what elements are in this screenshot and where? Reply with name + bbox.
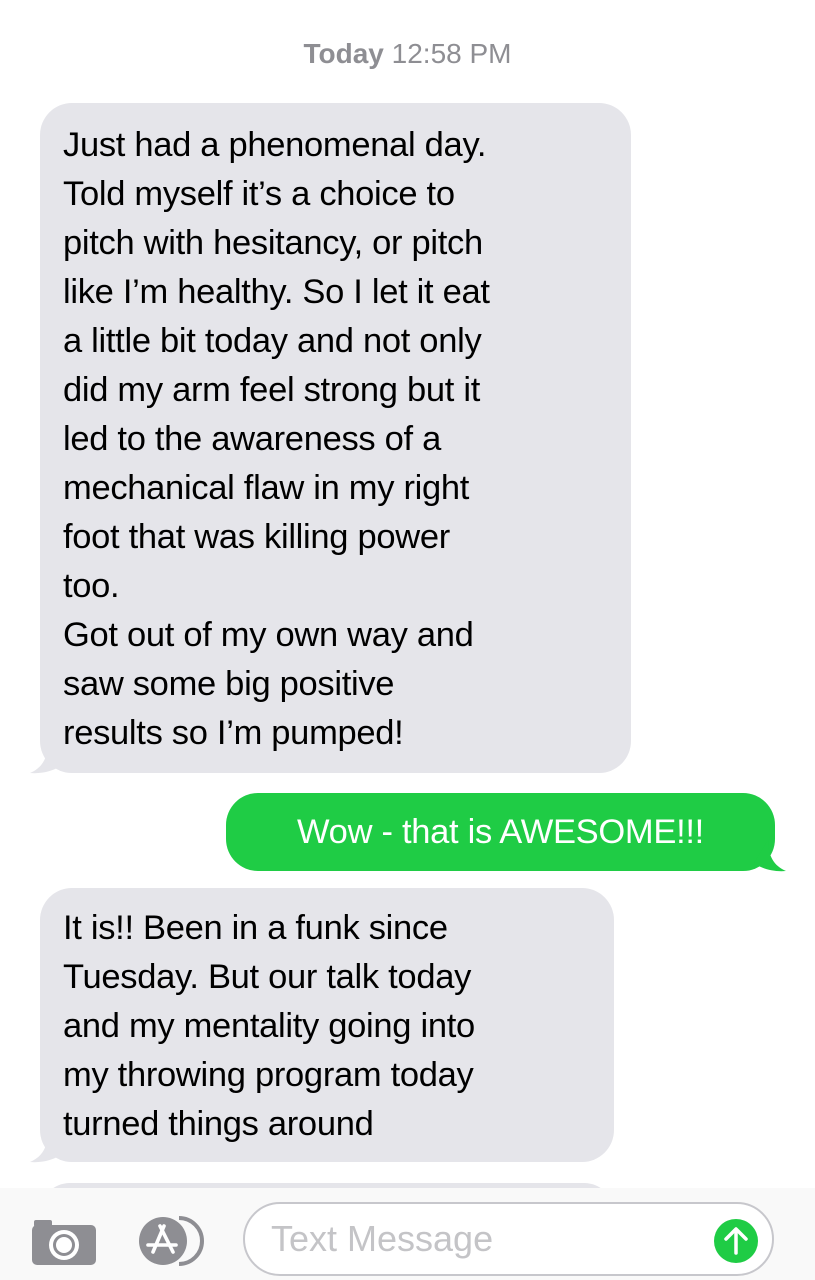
message-line: Tuesday. But our talk today [63, 958, 472, 996]
message-line: mechanical flaw in my right [63, 469, 470, 507]
outgoing-bubble-tail [754, 840, 786, 872]
outgoing-message[interactable]: Wow - that is AWESOME!!! [226, 793, 775, 871]
message-line: led to the awareness of a [63, 420, 441, 458]
timestamp-time: 12:58 PM [391, 38, 512, 69]
incoming-message[interactable]: It is!! Been in a funk since Tuesday. Bu… [40, 888, 614, 1162]
message-line: and my mentality going into [63, 1007, 475, 1045]
arrow-up-icon [714, 1219, 758, 1263]
text-message-input[interactable] [243, 1202, 774, 1276]
app-store-icon [139, 1216, 204, 1266]
message-line: Got out of my own way and [63, 616, 474, 654]
camera-button[interactable] [30, 1216, 98, 1266]
message-line: pitch with hesitancy, or pitch [63, 224, 483, 262]
message-line: a little bit today and not only [63, 322, 482, 360]
message-line: like I’m healthy. So I let it eat [63, 273, 490, 311]
messages-screen: Today 12:58 PM Just had a phenomenal day… [0, 0, 815, 1280]
conversation-timestamp: Today 12:58 PM [0, 38, 815, 70]
camera-icon [32, 1220, 96, 1265]
message-line: Told myself it’s a choice to [63, 175, 455, 213]
message-line: It is!! Been in a funk since [63, 909, 448, 947]
app-store-button[interactable] [135, 1212, 211, 1270]
incoming-bubble-tail [30, 742, 62, 774]
message-line: too. [63, 567, 120, 605]
message-line: did my arm feel strong but it [63, 371, 480, 409]
incoming-bubble-tail [30, 1131, 62, 1163]
send-button[interactable] [713, 1218, 759, 1264]
incoming-message[interactable]: Just had a phenomenal day. Told myself i… [40, 103, 631, 773]
timestamp-day: Today [303, 38, 384, 69]
message-line: results so I’m pumped! [63, 714, 404, 752]
message-line: my throwing program today [63, 1056, 474, 1094]
message-line: turned things around [63, 1105, 374, 1143]
message-line: Wow - that is AWESOME!!! [297, 813, 704, 851]
message-line: Just had a phenomenal day. [63, 126, 487, 164]
message-line: saw some big positive [63, 665, 395, 703]
message-line: foot that was killing power [63, 518, 450, 556]
